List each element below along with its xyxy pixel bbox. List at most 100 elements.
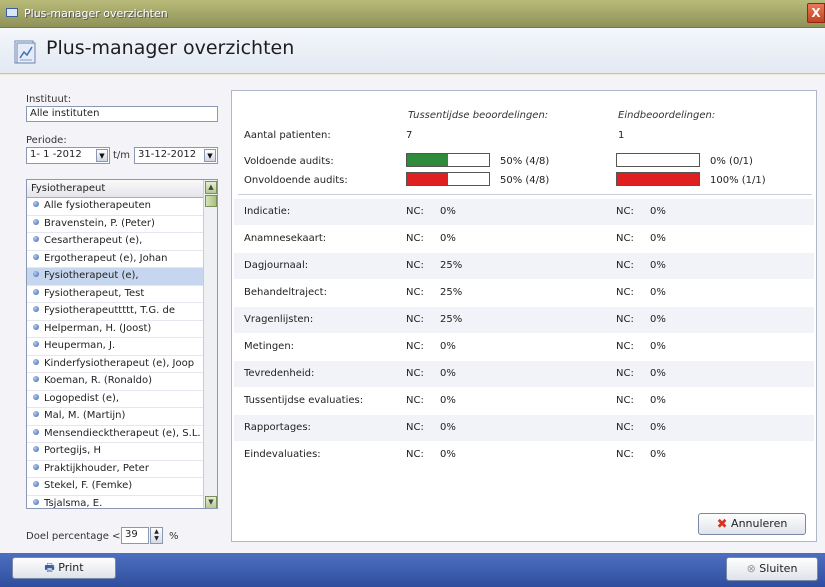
aantal-col2: 1 xyxy=(618,130,625,141)
list-item[interactable]: Helperman, H. (Joost) xyxy=(27,321,203,338)
row-col1-value: 0% xyxy=(440,449,456,460)
table-row: Behandeltraject: NC: 25% NC: 0% xyxy=(234,280,814,306)
row-label: Tevredenheid: xyxy=(244,368,315,379)
periode-from-select[interactable]: 1- 1 -2012 ▼ xyxy=(26,147,110,164)
scroll-up-icon[interactable]: ▲ xyxy=(205,181,217,194)
list-item[interactable]: Bravenstein, P. (Peter) xyxy=(27,216,203,233)
row-label: Rapportages: xyxy=(244,422,311,433)
nc-label: NC: xyxy=(406,395,424,406)
list-item[interactable]: Praktijkhouder, Peter xyxy=(27,461,203,478)
scroll-down-icon[interactable]: ▼ xyxy=(205,496,217,508)
list-scrollbar[interactable]: ▲ ▼ xyxy=(203,180,217,508)
chevron-down-icon[interactable]: ▼ xyxy=(96,149,108,162)
onvoldoende-col2-text: 100% (1/1) xyxy=(710,175,766,186)
nc-label: NC: xyxy=(616,233,634,244)
aantal-col1: 7 xyxy=(406,130,413,141)
periode-to-value: 31-12-2012 xyxy=(138,149,197,160)
voldoende-col1-text: 50% (4/8) xyxy=(500,156,550,167)
list-item[interactable]: Portegijs, H xyxy=(27,443,203,461)
therapist-list-header: Fysiotherapeut xyxy=(27,180,217,198)
row-label: Anamnesekaart: xyxy=(244,233,327,244)
list-item[interactable]: Logopedist (e), xyxy=(27,391,203,408)
row-col1-value: 0% xyxy=(440,206,456,217)
table-row: Rapportages: NC: 0% NC: 0% xyxy=(234,415,814,441)
row-col2-value: 0% xyxy=(650,368,666,379)
chart-document-icon xyxy=(14,40,36,64)
row-col2-value: 0% xyxy=(650,206,666,217)
list-item[interactable]: Fysiotherapeuttttt, T.G. de xyxy=(27,303,203,321)
voldoende-label: Voldoende audits: xyxy=(244,156,334,167)
onvoldoende-col1-text: 50% (4/8) xyxy=(500,175,550,186)
bullet-icon xyxy=(33,341,39,347)
nc-label: NC: xyxy=(406,449,424,460)
list-item[interactable]: Kinderfysiotherapeut (e), Joop xyxy=(27,356,203,373)
list-item[interactable]: Mal, M. (Martijn) xyxy=(27,408,203,426)
nc-label: NC: xyxy=(616,260,634,271)
nc-label: NC: xyxy=(616,422,634,433)
close-circle-icon: ⊗ xyxy=(746,562,756,575)
list-item[interactable]: Fysiotherapeut, Test xyxy=(27,286,203,303)
row-col1-value: 25% xyxy=(440,260,463,271)
row-col1-value: 0% xyxy=(440,341,456,352)
aantal-label: Aantal patienten: xyxy=(244,130,331,141)
list-item[interactable]: Tsjalsma, E. xyxy=(27,496,203,508)
instituut-field[interactable]: Alle instituten xyxy=(26,106,218,122)
list-item[interactable]: Ergotherapeut (e), Johan xyxy=(27,251,203,268)
list-item[interactable]: Heuperman, J. xyxy=(27,338,203,356)
annuleren-button[interactable]: ✖ Annuleren xyxy=(698,513,806,535)
row-col1-value: 25% xyxy=(440,287,463,298)
table-row: Indicatie: NC: 0% NC: 0% xyxy=(234,199,814,225)
printer-icon: 🖶 xyxy=(44,561,55,574)
sluiten-button[interactable]: ⊗ Sluiten xyxy=(726,557,818,581)
nc-label: NC: xyxy=(406,341,424,352)
list-item[interactable]: Alle fysiotherapeuten xyxy=(27,198,203,216)
table-row: Tevredenheid: NC: 0% NC: 0% xyxy=(234,361,814,387)
onvoldoende-col1-fill xyxy=(407,173,448,185)
bullet-icon xyxy=(33,236,39,242)
list-item[interactable]: Fysiotherapeut (e), xyxy=(27,268,203,286)
window-title: Plus-manager overzichten xyxy=(24,7,168,20)
row-label: Eindevaluaties: xyxy=(244,449,321,460)
window-close-button[interactable]: X xyxy=(807,3,825,23)
periode-to-select[interactable]: 31-12-2012 ▼ xyxy=(134,147,218,164)
annuleren-label: Annuleren xyxy=(731,517,788,530)
nc-label: NC: xyxy=(616,314,634,325)
nc-label: NC: xyxy=(406,233,424,244)
table-row: Vragenlijsten: NC: 25% NC: 0% xyxy=(234,307,814,333)
sluiten-label: Sluiten xyxy=(759,562,798,575)
list-item[interactable]: Cesartherapeut (e), xyxy=(27,233,203,251)
therapist-list[interactable]: Fysiotherapeut Alle fysiotherapeuten Brav… xyxy=(26,179,218,509)
bullet-icon xyxy=(33,446,39,452)
nc-label: NC: xyxy=(406,368,424,379)
row-col2-value: 0% xyxy=(650,341,666,352)
app-window-icon xyxy=(6,8,18,17)
bullet-icon xyxy=(33,376,39,382)
row-col1-value: 25% xyxy=(440,314,463,325)
table-row: Eindevaluaties: NC: 0% NC: 0% xyxy=(234,442,814,468)
print-button[interactable]: 🖶 Print xyxy=(12,557,116,579)
table-row: Anamnesekaart: NC: 0% NC: 0% xyxy=(234,226,814,252)
overview-panel: Tussentijdse beoordelingen: Eindbeoordel… xyxy=(231,90,817,542)
nc-label: NC: xyxy=(616,341,634,352)
row-label: Tussentijdse evaluaties: xyxy=(244,395,364,406)
list-item[interactable]: Mensendiecktherapeut (e), S.L. xyxy=(27,426,203,443)
nc-label: NC: xyxy=(616,368,634,379)
chevron-down-icon[interactable]: ▼ xyxy=(204,149,216,162)
list-item[interactable]: Koeman, R. (Ronaldo) xyxy=(27,373,203,391)
doel-input[interactable]: 39 xyxy=(121,527,149,544)
list-item-label: Mensendiecktherapeut (e), S.L. xyxy=(44,427,201,439)
bullet-icon xyxy=(33,288,39,295)
doel-unit: % xyxy=(169,531,179,542)
row-label: Indicatie: xyxy=(244,206,291,217)
doel-spinner[interactable]: ▲ ▼ xyxy=(150,527,163,544)
col-eind-header: Eindbeoordelingen: xyxy=(618,110,716,121)
row-col2-value: 0% xyxy=(650,395,666,406)
row-col2-value: 0% xyxy=(650,449,666,460)
nc-label: NC: xyxy=(616,287,634,298)
nc-label: NC: xyxy=(406,206,424,217)
row-col2-value: 0% xyxy=(650,314,666,325)
list-item[interactable]: Stekel, F. (Femke) xyxy=(27,478,203,496)
table-row: Dagjournaal: NC: 25% NC: 0% xyxy=(234,253,814,279)
scroll-thumb[interactable] xyxy=(205,195,217,207)
periode-label: Periode: xyxy=(26,135,67,146)
